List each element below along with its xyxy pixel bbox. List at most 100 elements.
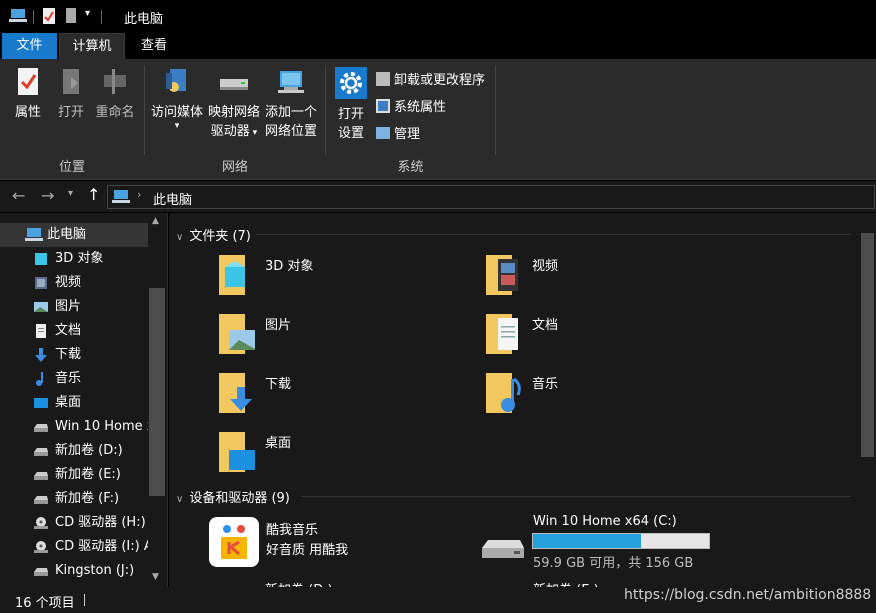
add-location-label-1: 添加一个 bbox=[264, 105, 317, 120]
folder-pictures[interactable]: 图片 bbox=[217, 312, 417, 368]
new-folder-quick-icon[interactable] bbox=[66, 8, 76, 23]
content-pane: ∨ 文件夹 (7) 3D 对象 视频 图片 文档 下载 音乐 桌面 ∨ 设备和驱动器… bbox=[169, 213, 859, 587]
open-button[interactable]: 打开 bbox=[52, 67, 90, 122]
network-location-icon bbox=[278, 71, 304, 93]
nav-item-drive-f[interactable]: 新加卷 (F:) bbox=[0, 487, 148, 511]
scroll-up-icon[interactable]: ▲ bbox=[152, 216, 159, 226]
rename-button[interactable]: 重命名 bbox=[93, 67, 137, 122]
drive-d-label[interactable]: 新加卷 (D:) bbox=[265, 579, 333, 587]
folders-section-header[interactable]: ∨ 文件夹 (7) bbox=[176, 225, 856, 244]
folder-label: 桌面 bbox=[265, 436, 292, 451]
drive-c-space: 59.9 GB 可用，共 156 GB bbox=[533, 556, 694, 571]
divider bbox=[33, 10, 34, 24]
drive-icon bbox=[34, 424, 48, 432]
scrollbar-thumb[interactable] bbox=[149, 288, 165, 496]
nav-item-drive-e[interactable]: 新加卷 (E:) bbox=[0, 463, 148, 487]
scroll-down-icon[interactable]: ▼ bbox=[152, 572, 159, 582]
film-icon bbox=[35, 277, 47, 289]
group-label-location: 位置 bbox=[58, 160, 85, 175]
nav-item-this-pc[interactable]: 此电脑 bbox=[0, 223, 148, 247]
drive-e-label[interactable]: 新加卷 (E:) bbox=[533, 579, 599, 587]
recent-locations-icon[interactable]: ▾ bbox=[68, 188, 73, 199]
kuwo-app-name: 酷我音乐 bbox=[266, 523, 319, 538]
system-properties-button[interactable]: 系统属性 bbox=[376, 99, 446, 117]
address-box[interactable]: › 此电脑 bbox=[107, 185, 875, 209]
open-icon bbox=[63, 69, 79, 94]
desktop-icon bbox=[34, 398, 48, 408]
manage-button[interactable]: 管理 bbox=[376, 126, 420, 144]
music-note-icon bbox=[36, 372, 43, 386]
group-label-system: 系统 bbox=[397, 160, 424, 175]
address-path[interactable]: 此电脑 bbox=[153, 189, 192, 208]
nav-item-label: 文档 bbox=[55, 323, 82, 338]
content-scrollbar[interactable] bbox=[859, 213, 876, 587]
folder-3d-objects[interactable]: 3D 对象 bbox=[217, 253, 417, 309]
nav-item-drive-c[interactable]: Win 10 Home x bbox=[0, 415, 148, 439]
back-arrow-icon[interactable]: ← bbox=[12, 186, 25, 205]
folder-desktop[interactable]: 桌面 bbox=[217, 430, 417, 486]
kuwo-music-item[interactable]: 酷我音乐 好音质 用酷我 bbox=[209, 515, 439, 571]
breadcrumb-separator-icon[interactable]: › bbox=[137, 188, 141, 201]
nav-item-downloads[interactable]: 下载 bbox=[0, 343, 148, 367]
open-settings-label-1: 打开 bbox=[337, 107, 364, 122]
up-arrow-icon[interactable]: ↑ bbox=[87, 185, 100, 204]
properties-button[interactable]: 属性 bbox=[8, 67, 48, 122]
drive-c-item[interactable]: Win 10 Home x64 (C:) 59.9 GB 可用，共 156 GB bbox=[477, 512, 727, 572]
group-divider bbox=[495, 65, 496, 155]
forward-arrow-icon[interactable]: → bbox=[41, 186, 54, 205]
nav-item-label: 新加卷 (D:) bbox=[55, 443, 123, 458]
collapse-chevron-icon[interactable]: ∨ bbox=[176, 494, 183, 505]
nav-item-pictures[interactable]: 图片 bbox=[0, 295, 148, 319]
devices-section-header[interactable]: ∨ 设备和驱动器 (9) bbox=[176, 487, 856, 506]
nav-item-label: 视频 bbox=[55, 275, 82, 290]
nav-item-documents[interactable]: 文档 bbox=[0, 319, 148, 343]
folder-label: 下载 bbox=[265, 377, 292, 392]
nav-item-cd-h[interactable]: CD 驱动器 (H:) bbox=[0, 511, 148, 535]
folders-header-label: 文件夹 (7) bbox=[189, 229, 251, 244]
item-count: 16 个项目 bbox=[15, 596, 75, 611]
drive-c-usage-bar bbox=[532, 533, 710, 549]
system-properties-label: 系统属性 bbox=[394, 100, 447, 115]
nav-item-music[interactable]: 音乐 bbox=[0, 367, 148, 391]
quick-access-dropdown-icon[interactable]: ▾ bbox=[85, 8, 90, 19]
system-properties-icon bbox=[376, 99, 390, 113]
uninstall-program-button[interactable]: 卸载或更改程序 bbox=[376, 72, 485, 90]
rename-icon bbox=[104, 69, 126, 94]
open-settings-button[interactable]: 打开 设置 bbox=[331, 67, 371, 143]
access-media-button[interactable]: 访问媒体 ▾ bbox=[149, 67, 205, 131]
nav-item-drive-d[interactable]: 新加卷 (D:) bbox=[0, 439, 148, 463]
window-title: 此电脑 bbox=[124, 12, 164, 27]
manage-label: 管理 bbox=[394, 127, 421, 142]
drive-icon bbox=[34, 496, 48, 504]
group-divider bbox=[325, 65, 326, 155]
folder-downloads[interactable]: 下载 bbox=[217, 371, 417, 427]
cube-icon bbox=[35, 253, 47, 265]
drive-c-usage-fill bbox=[533, 534, 642, 548]
folder-documents[interactable]: 文档 bbox=[484, 312, 684, 368]
access-media-dropdown-icon: ▾ bbox=[174, 121, 180, 131]
nav-scrollbar[interactable]: ▲ ▼ bbox=[148, 213, 166, 587]
nav-item-kingston[interactable]: Kingston (J:) bbox=[0, 559, 148, 583]
nav-item-cd-i[interactable]: CD 驱动器 (I:) A bbox=[0, 535, 148, 559]
tab-computer[interactable]: 计算机 bbox=[59, 33, 125, 60]
nav-item-3d-objects[interactable]: 3D 对象 bbox=[0, 247, 148, 271]
manage-icon bbox=[376, 127, 390, 139]
status-bar: 16 个项目 https://blog.csdn.net/ambition888… bbox=[0, 587, 876, 613]
this-pc-icon bbox=[9, 9, 27, 22]
properties-quick-icon[interactable] bbox=[43, 8, 55, 24]
nav-item-label: 音乐 bbox=[55, 371, 82, 386]
scrollbar-thumb[interactable] bbox=[861, 233, 874, 457]
map-network-drive-button[interactable]: 映射网络 驱动器 ▾ bbox=[206, 67, 262, 143]
nav-item-videos[interactable]: 视频 bbox=[0, 271, 148, 295]
folder-videos[interactable]: 视频 bbox=[484, 253, 684, 309]
add-network-location-button[interactable]: 添加一个 网络位置 bbox=[262, 67, 320, 141]
folder-music[interactable]: 音乐 bbox=[484, 371, 684, 427]
network-drive-icon bbox=[220, 79, 248, 90]
section-divider bbox=[256, 234, 851, 235]
drive-c-icon bbox=[482, 540, 524, 558]
collapse-chevron-icon[interactable]: ∨ bbox=[176, 232, 183, 243]
picture-icon bbox=[34, 302, 48, 312]
tab-view[interactable]: 查看 bbox=[128, 33, 180, 60]
nav-item-desktop[interactable]: 桌面 bbox=[0, 391, 148, 415]
tab-file[interactable]: 文件 bbox=[2, 33, 57, 60]
